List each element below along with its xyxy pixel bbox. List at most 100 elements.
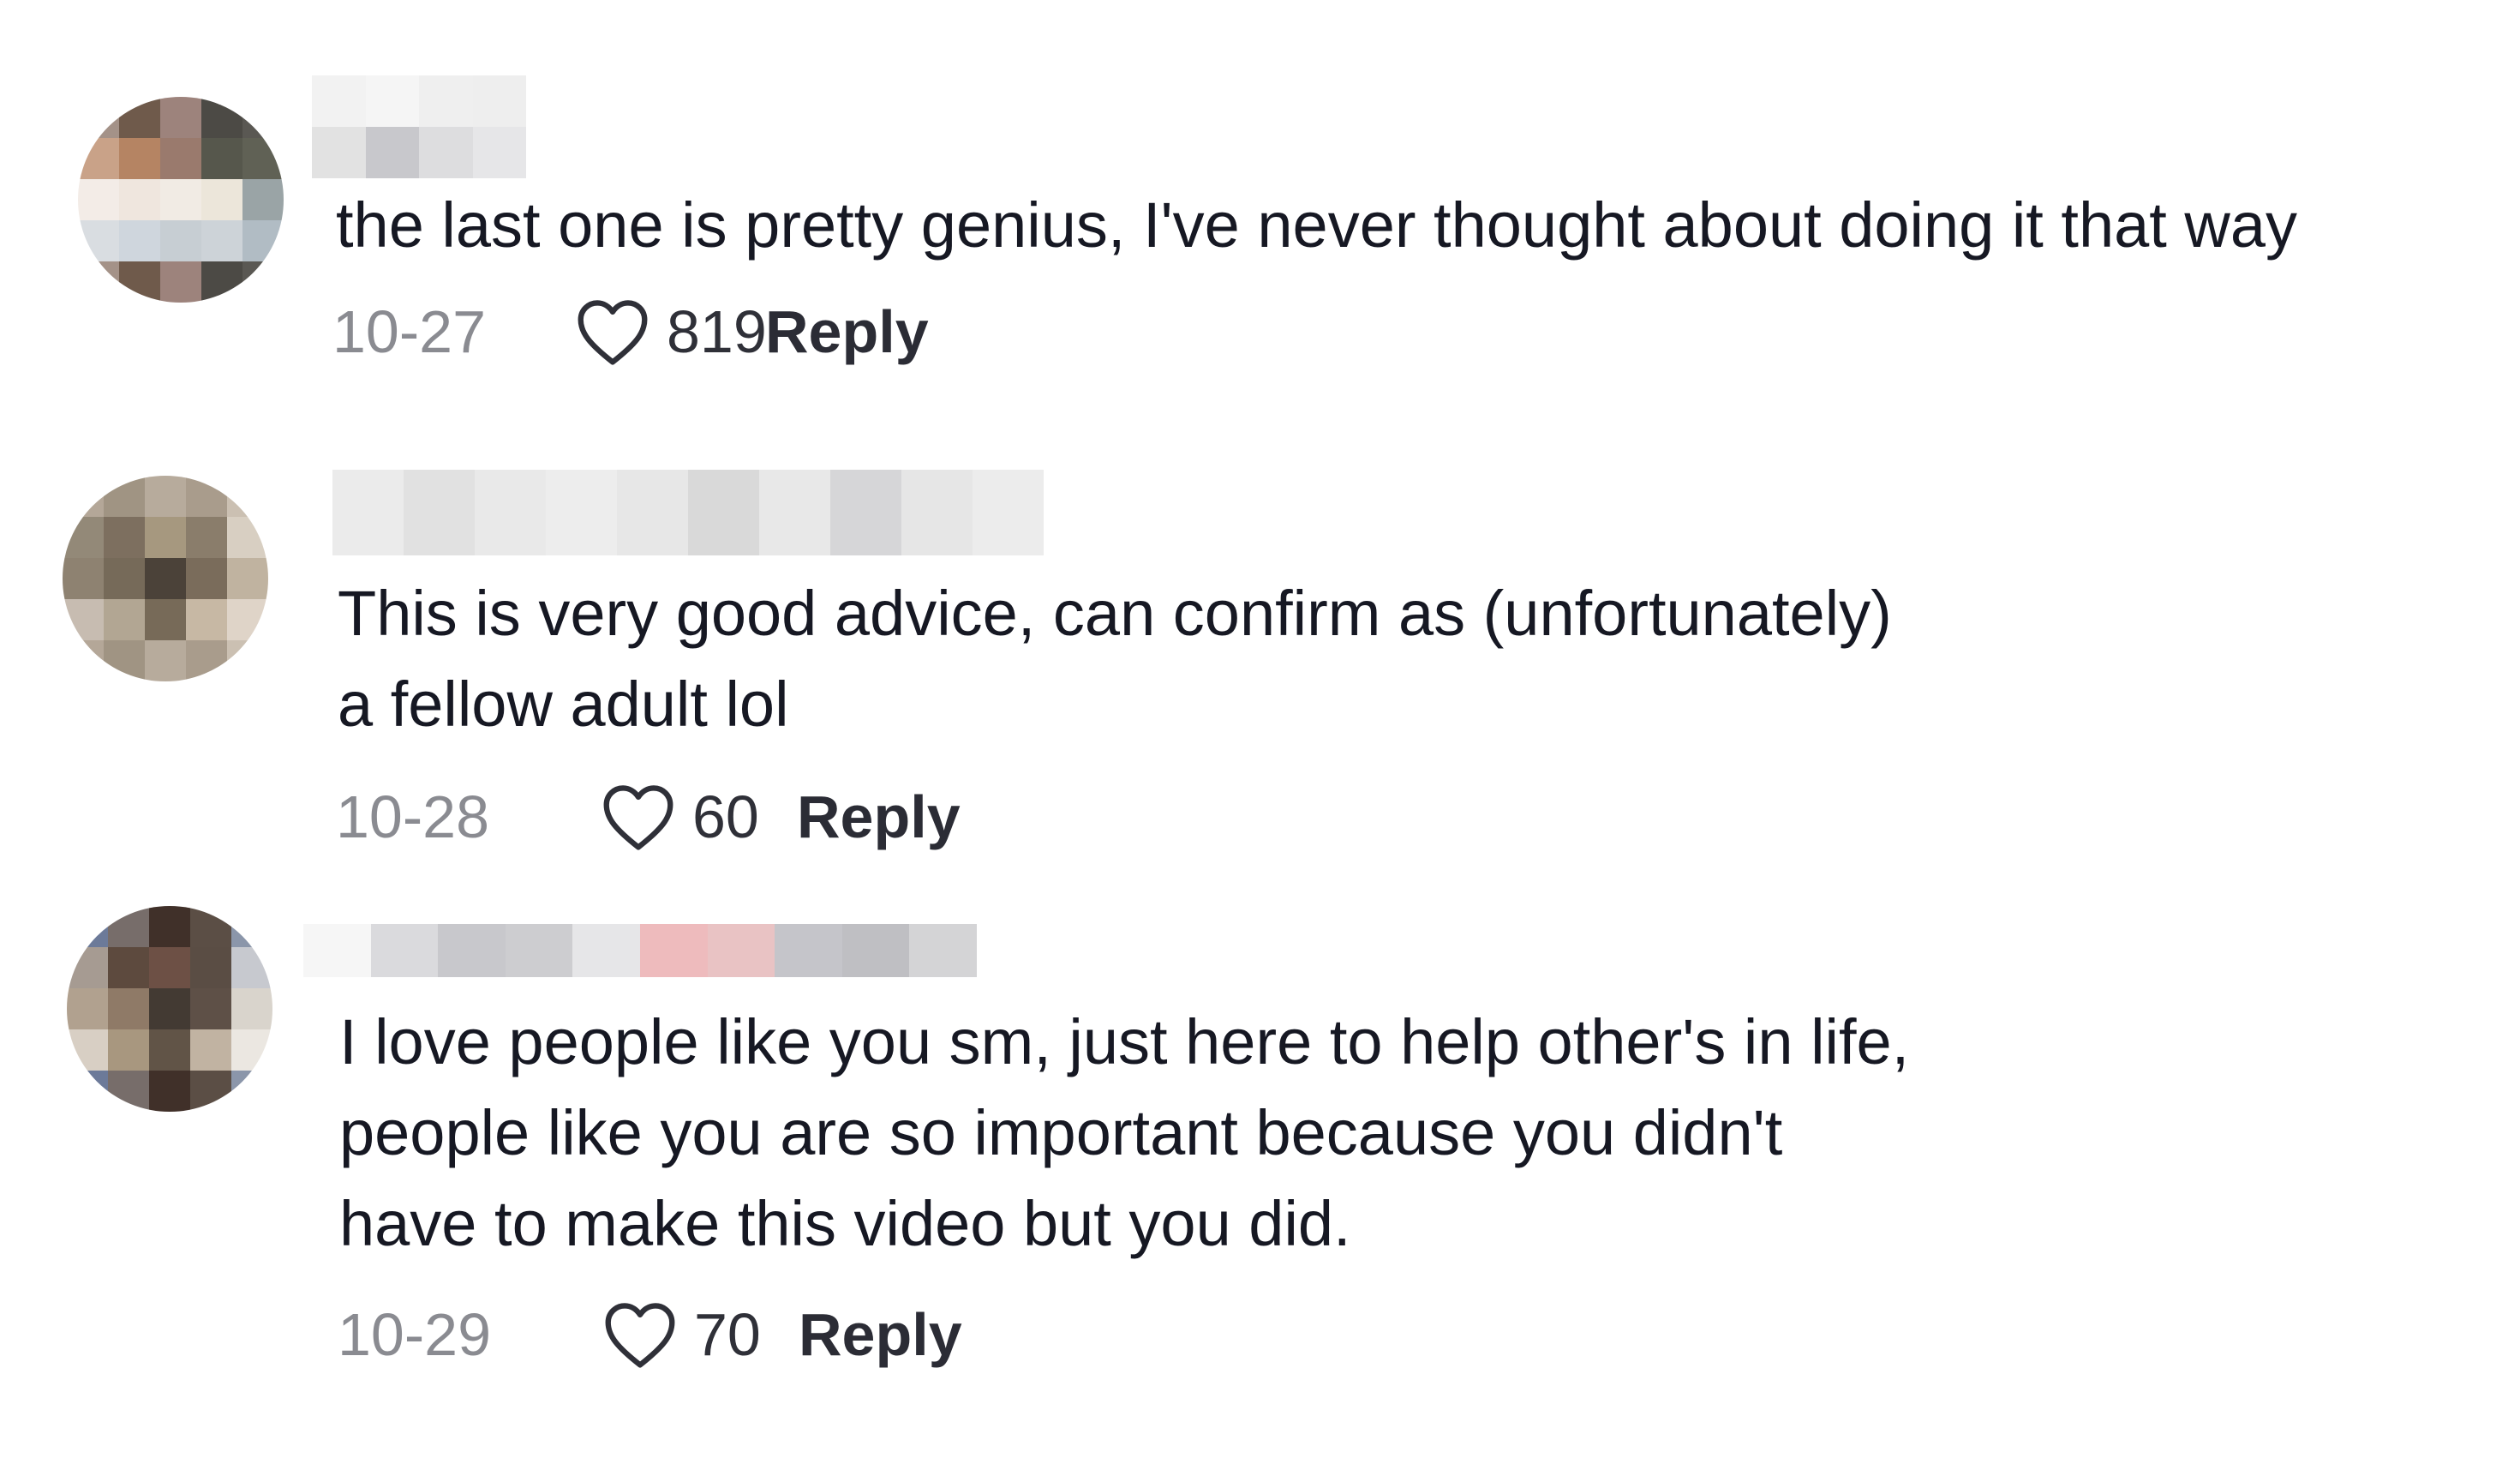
- avatar-pixel: [242, 97, 284, 138]
- avatar-pixel: [63, 476, 104, 517]
- avatar-pixel: [63, 517, 104, 558]
- avatar-pixel: [145, 517, 186, 558]
- avatar[interactable]: [78, 97, 284, 303]
- avatar-pixel: [108, 906, 149, 947]
- avatar-pixel: [108, 1029, 149, 1071]
- avatar-pixel: [149, 906, 190, 947]
- avatar-pixel: [145, 599, 186, 640]
- avatar-pixel: [104, 599, 145, 640]
- avatar-pixel: [190, 906, 231, 947]
- avatar-pixel: [160, 261, 201, 303]
- avatar-pixel: [145, 640, 186, 681]
- avatar-pixel: [231, 906, 272, 947]
- avatar-pixel: [119, 220, 160, 261]
- comment-text: the last one is pretty genius, I've neve…: [336, 189, 2298, 261]
- avatar-pixel: [78, 138, 119, 179]
- heart-icon: [578, 300, 648, 365]
- avatar-pixel: [160, 97, 201, 138]
- avatar-pixel: [67, 1071, 108, 1112]
- avatar-pixel: [231, 947, 272, 988]
- avatar-pixel: [190, 947, 231, 988]
- avatar-pixel: [104, 517, 145, 558]
- avatar-pixel: [227, 558, 268, 599]
- like-count: 70: [694, 1301, 761, 1368]
- avatar-pixel: [67, 1029, 108, 1071]
- avatar-pixel: [242, 261, 284, 303]
- avatar-pixel: [201, 220, 242, 261]
- like-button[interactable]: 70: [602, 1299, 799, 1370]
- avatar-pixel: [78, 179, 119, 220]
- avatar-pixel: [227, 599, 268, 640]
- avatar-pixel: [149, 1071, 190, 1112]
- avatar-pixel: [108, 1071, 149, 1112]
- like-count: 60: [692, 783, 759, 850]
- avatar-pixel: [67, 947, 108, 988]
- avatar-pixel: [227, 640, 268, 681]
- avatar-pixel: [186, 640, 227, 681]
- comment-actions: 10-28 60 Reply: [336, 778, 961, 855]
- avatar-pixel: [63, 599, 104, 640]
- avatar-pixel: [119, 97, 160, 138]
- avatar-pixel: [160, 138, 201, 179]
- avatar-pixel: [201, 138, 242, 179]
- comment-text: This is very good advice, can confirm as…: [338, 578, 1892, 740]
- avatar-pixel: [63, 640, 104, 681]
- username-redacted[interactable]: [312, 75, 526, 178]
- avatar-pixel: [104, 640, 145, 681]
- avatar-pixel: [186, 558, 227, 599]
- avatar-pixel: [190, 988, 231, 1029]
- avatar-pixel: [119, 138, 160, 179]
- avatar-pixel: [145, 558, 186, 599]
- avatar-pixel: [119, 261, 160, 303]
- avatar-pixel: [160, 179, 201, 220]
- avatar-pixel: [67, 906, 108, 947]
- avatar-pixel: [242, 220, 284, 261]
- like-button[interactable]: 60: [600, 782, 797, 852]
- avatar-pixel: [190, 1029, 231, 1071]
- like-button[interactable]: 819: [574, 297, 767, 367]
- avatar[interactable]: [63, 476, 268, 681]
- avatar-pixel: [78, 261, 119, 303]
- avatar[interactable]: [67, 906, 272, 1112]
- reply-button[interactable]: Reply: [765, 297, 929, 366]
- avatar-pixel: [201, 261, 242, 303]
- avatar-pixel: [186, 599, 227, 640]
- avatar-pixel: [108, 947, 149, 988]
- avatar-pixel: [231, 1071, 272, 1112]
- avatar-pixel: [227, 476, 268, 517]
- username-redacted[interactable]: [303, 924, 977, 977]
- comment-date: 10-28: [336, 783, 490, 850]
- avatar-pixel: [149, 1029, 190, 1071]
- avatar-pixel: [104, 476, 145, 517]
- avatar-pixel: [186, 476, 227, 517]
- comment-date: 10-27: [332, 298, 487, 365]
- comment-actions: 10-29 70 Reply: [338, 1296, 962, 1373]
- avatar-pixel: [227, 517, 268, 558]
- avatar-pixel: [242, 138, 284, 179]
- avatar-pixel: [242, 179, 284, 220]
- avatar-pixel: [104, 558, 145, 599]
- avatar-pixel: [119, 179, 160, 220]
- avatar-pixel: [190, 1071, 231, 1112]
- avatar-pixel: [67, 988, 108, 1029]
- comment-date: 10-29: [338, 1301, 492, 1368]
- avatar-pixel: [201, 179, 242, 220]
- avatar-pixel: [78, 97, 119, 138]
- avatar-pixel: [231, 1029, 272, 1071]
- avatar-pixel: [149, 988, 190, 1029]
- avatar-pixel: [231, 988, 272, 1029]
- reply-button[interactable]: Reply: [797, 783, 961, 851]
- heart-icon: [605, 1303, 675, 1368]
- avatar-pixel: [186, 517, 227, 558]
- avatar-pixel: [149, 947, 190, 988]
- like-count: 819: [667, 298, 767, 365]
- comment-actions: 10-27 819 Reply: [332, 293, 929, 370]
- reply-button[interactable]: Reply: [799, 1300, 962, 1369]
- avatar-pixel: [78, 220, 119, 261]
- username-redacted[interactable]: [332, 470, 1044, 555]
- avatar-pixel: [63, 558, 104, 599]
- avatar-pixel: [160, 220, 201, 261]
- heart-icon: [603, 785, 673, 850]
- comment-text: I love people like you sm, just here to …: [339, 1006, 1910, 1259]
- avatar-pixel: [201, 97, 242, 138]
